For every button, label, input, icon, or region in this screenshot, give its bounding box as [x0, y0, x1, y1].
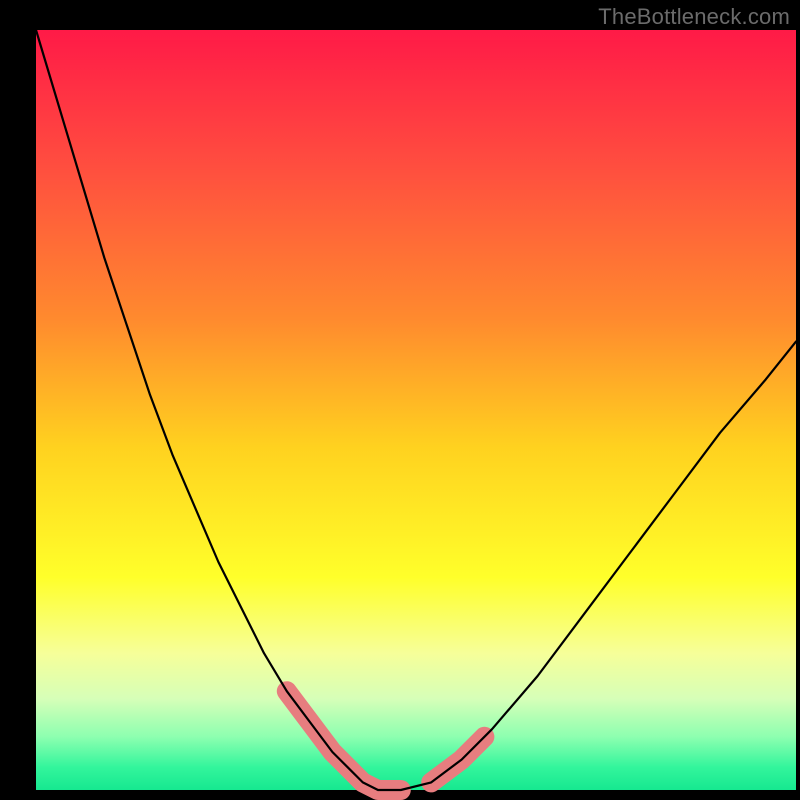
plot-background: [36, 30, 796, 790]
bottleneck-chart: [0, 0, 800, 800]
watermark-text: TheBottleneck.com: [598, 4, 790, 30]
chart-frame: TheBottleneck.com: [0, 0, 800, 800]
